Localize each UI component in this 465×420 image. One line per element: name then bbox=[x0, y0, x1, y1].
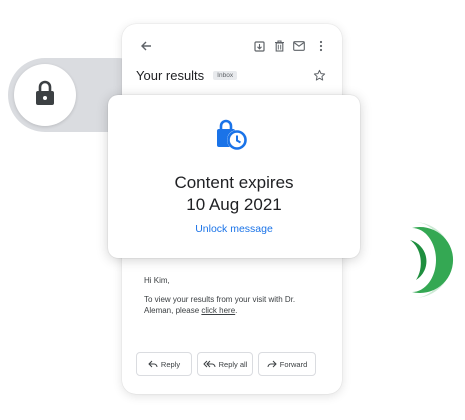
trash-icon bbox=[274, 40, 284, 52]
expiry-title: Content expires bbox=[174, 173, 294, 192]
subject-row: Your results Inbox bbox=[136, 66, 328, 84]
reply-all-label: Reply all bbox=[218, 359, 248, 369]
email-message: To view your results from your visit wit… bbox=[144, 294, 324, 316]
forward-button[interactable]: Forward bbox=[258, 352, 316, 376]
unlock-message-link[interactable]: Unlock message bbox=[108, 223, 360, 235]
email-message-end: . bbox=[235, 306, 238, 315]
lock-badge bbox=[14, 64, 76, 126]
reply-icon bbox=[148, 360, 158, 368]
forward-label: Forward bbox=[279, 359, 308, 369]
email-body: Hi Kim, To view your results from your v… bbox=[144, 275, 324, 316]
star-button[interactable] bbox=[310, 66, 328, 84]
archive-button[interactable] bbox=[250, 36, 268, 56]
content-expiry-dialog: Content expires 10 Aug 2021 Unlock messa… bbox=[108, 95, 360, 258]
email-toolbar bbox=[122, 36, 342, 58]
arrow-left-icon bbox=[141, 41, 151, 51]
delete-button[interactable] bbox=[270, 36, 288, 56]
email-greeting: Hi Kim, bbox=[144, 276, 170, 285]
more-options-button[interactable] bbox=[312, 36, 330, 56]
forward-icon bbox=[267, 360, 277, 368]
click-here-link[interactable]: click here bbox=[201, 306, 235, 315]
expiry-date: 10 Aug 2021 bbox=[186, 195, 282, 214]
mail-icon bbox=[293, 41, 305, 51]
clock-lock-icon bbox=[217, 119, 247, 150]
reply-all-icon bbox=[202, 360, 216, 368]
reply-actions: Reply Reply all Forward bbox=[136, 352, 336, 376]
inbox-label-chip[interactable]: Inbox bbox=[213, 70, 238, 80]
back-button[interactable] bbox=[136, 36, 156, 56]
green-crescent-decoration bbox=[410, 222, 454, 298]
archive-icon bbox=[253, 40, 265, 52]
reply-label: Reply bbox=[160, 359, 181, 369]
more-vert-icon bbox=[319, 40, 323, 52]
lock-icon bbox=[34, 80, 56, 111]
star-outline-icon bbox=[313, 69, 325, 81]
reply-button[interactable]: Reply bbox=[136, 352, 192, 376]
email-subject: Your results bbox=[136, 67, 205, 83]
reply-all-button[interactable]: Reply all bbox=[197, 352, 253, 376]
mark-unread-button[interactable] bbox=[290, 36, 308, 56]
